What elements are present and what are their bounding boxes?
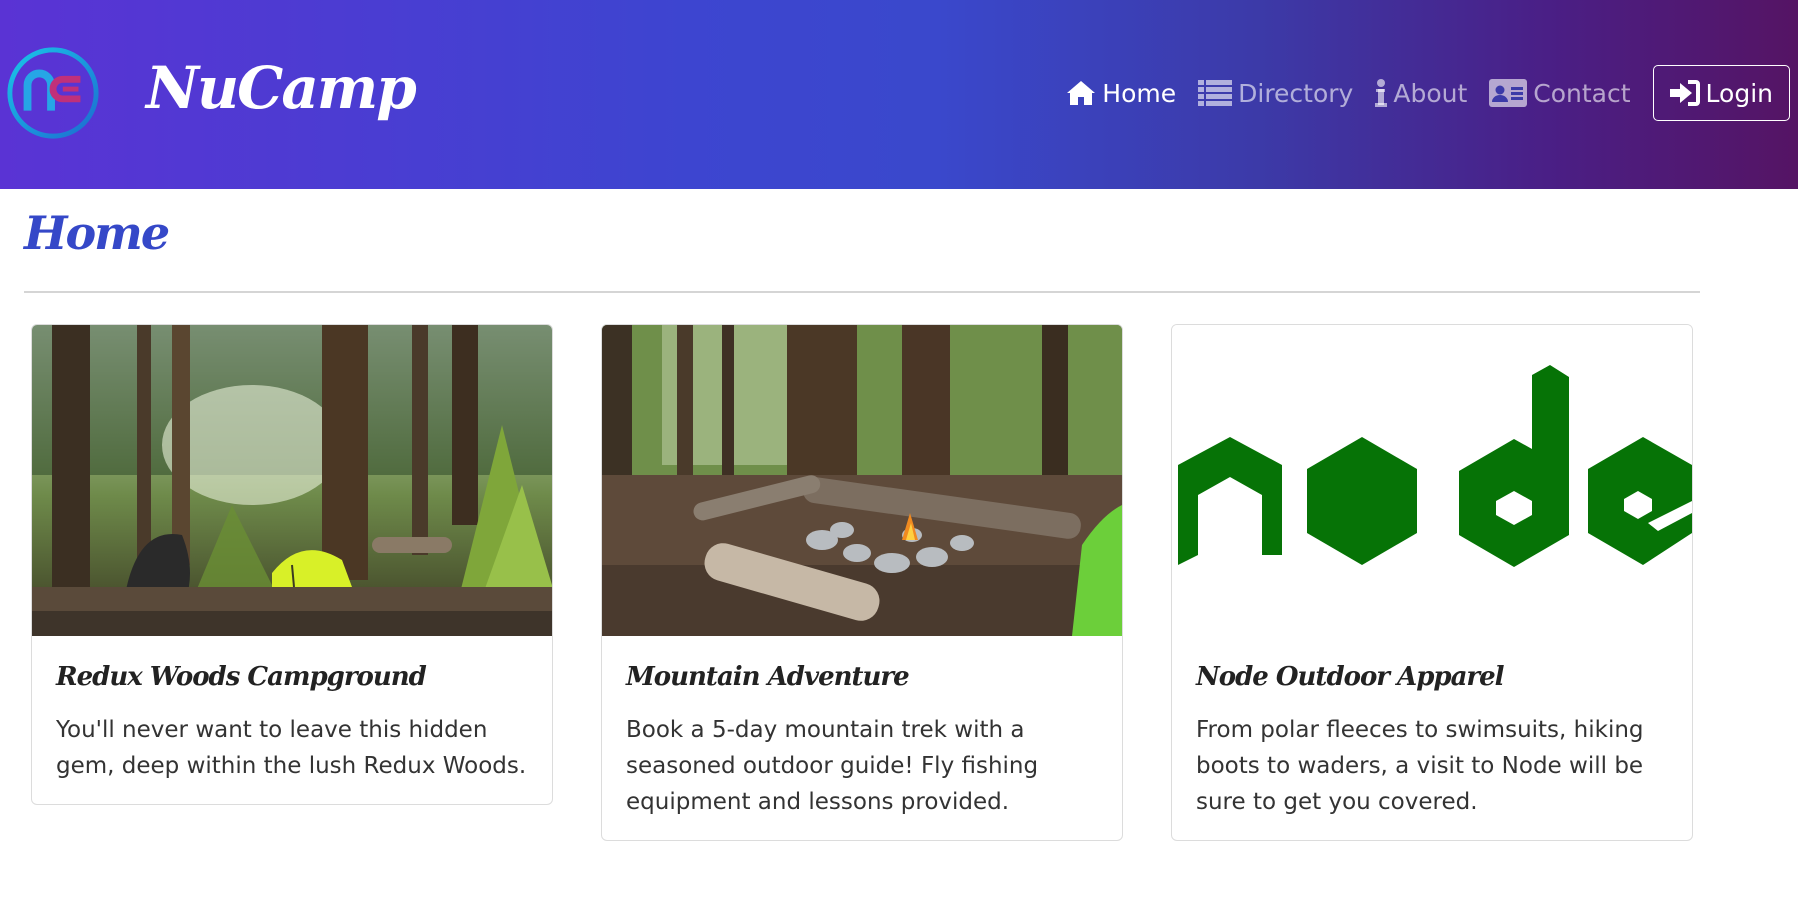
nav-item-directory[interactable]: Directory [1198,79,1353,108]
campground-image [32,325,552,636]
brand-name[interactable]: NuCamp [146,48,417,128]
list-icon [1198,80,1233,106]
card-title: Node Outdoor Apparel [1196,662,1505,692]
sign-in-icon [1669,80,1700,106]
card-text: Book a 5-day mountain trek with a season… [626,717,1039,815]
info-icon [1375,79,1388,107]
navbar: NuCamp Home Directory About Contact Logi… [0,0,1798,189]
header-divider [24,291,1700,293]
campfire-image [602,325,1122,636]
card-title: Mountain Adventure [626,662,910,692]
nav-item-home[interactable]: Home [1066,79,1176,108]
address-card-icon [1489,79,1528,107]
nav-item-label: Directory [1238,78,1354,108]
node-logo-image [1172,325,1692,636]
nav-item-label: Contact [1533,78,1631,108]
main-nav: Home Directory About Contact Login [1066,64,1790,122]
home-icon [1067,81,1096,105]
card-text: From polar fleeces to swimsuits, hiking … [1196,717,1644,815]
card-redux-woods[interactable]: Redux Woods Campground You'll never want… [31,324,553,805]
login-button[interactable]: Login [1652,65,1790,121]
login-label: Login [1705,78,1773,108]
card-body: Redux Woods Campground You'll never want… [32,636,552,804]
nav-item-label: Home [1102,78,1177,108]
card-body: Node Outdoor Apparel From polar fleeces … [1172,636,1692,840]
page-title: Home [24,206,170,260]
card-node-outdoor-apparel[interactable]: Node Outdoor Apparel From polar fleeces … [1171,324,1693,841]
card-mountain-adventure[interactable]: Mountain Adventure Book a 5-day mountain… [601,324,1123,841]
card-body: Mountain Adventure Book a 5-day mountain… [602,636,1122,840]
nav-item-contact[interactable]: Contact [1489,78,1631,108]
card-title: Redux Woods Campground [56,662,427,692]
nav-item-label: About [1393,78,1468,108]
nav-item-about[interactable]: About [1375,79,1467,108]
card-text: You'll never want to leave this hidden g… [56,717,527,779]
nucamp-logo[interactable] [4,44,102,142]
